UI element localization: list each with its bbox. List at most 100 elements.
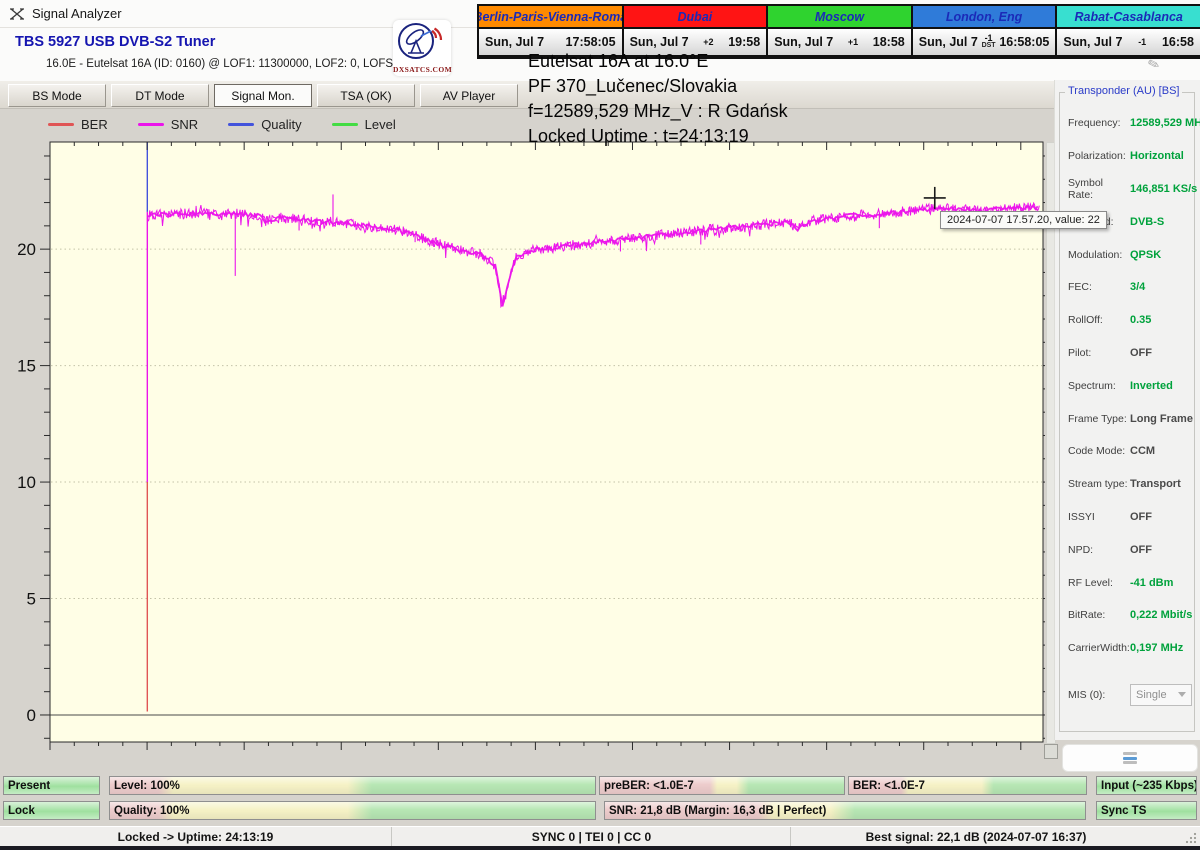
tab-signal-mon[interactable]: Signal Mon. [214,84,312,107]
gauge-input-235-kbps: Input (~235 Kbps) [1096,776,1197,795]
transponder-row-value: QPSK [1130,249,1161,261]
tab-dt-mode[interactable]: DT Mode [111,84,209,107]
clock-london-eng: London, EngSun, Jul 7-1DST16:58:05 [911,6,1056,57]
annotation-overlay: Eutelsat 16A at 16.0°E PF 370_Lučenec/Sl… [528,49,788,149]
transponder-row-npd: NPD:OFF [1068,533,1192,566]
transponder-row-issyi: ISSYIOFF [1068,501,1192,534]
transponder-row-value: CCM [1130,445,1155,457]
status-bar: Locked -> Uptime: 24:13:19 SYNC 0 | TEI … [0,826,1200,847]
legend-swatch-quality [228,123,254,126]
clock-city-label: Berlin-Paris-Vienna-Roma [479,6,622,29]
y-axis-labels: 05101520 [17,240,36,725]
transponder-row-value: OFF [1130,347,1152,359]
tuner-tune-info: 16.0E - Eutelsat 16A (ID: 0160) @ LOF1: … [46,58,417,70]
annotation-line-frequency: f=12589,529 MHz_V : R Gdańsk [528,99,788,124]
transponder-row-value: Transport [1130,478,1181,490]
svg-text:5: 5 [27,590,36,609]
transponder-row-label: RF Level: [1068,577,1130,589]
chart-tooltip: 2024-07-07 17.57.20, value: 22 [940,211,1107,229]
clock-utc-offset: +1 [848,38,858,46]
mis-label: MIS (0): [1068,689,1130,701]
clock-time: 17:58:05 [566,35,616,49]
tab-bs-mode[interactable]: BS Mode [8,84,106,107]
clock-utc-offset: -1DST [982,34,996,50]
svg-text:0: 0 [27,706,36,725]
clock-rabat-casablanca: Rabat-CasablancaSun, Jul 7-116:58 [1055,6,1200,57]
legend-label: SNR [171,117,198,132]
logo-text: DXSATCS.COM [393,65,451,74]
clock-utc-offset: -1 [1138,38,1146,46]
legend-label: Quality [261,117,301,132]
transponder-row-value: OFF [1130,511,1152,523]
legend-item-level[interactable]: Level [332,117,396,132]
svg-text:20: 20 [17,240,36,259]
legend-swatch-level [332,123,358,126]
clock-offset-value: -1 [1138,37,1146,47]
clock-city-label: Dubai [624,6,767,29]
transponder-groupbox: Transponder (AU) [BS] Frequency:12589,52… [1059,92,1195,732]
transponder-row-rf-level: RF Level:-41 dBm [1068,566,1192,599]
transponder-row-code-mode: Code Mode:CCM [1068,435,1192,468]
gauge-snr-21-8-db-margin-16-3-db-perfect: SNR: 21,8 dB (Margin: 16,3 dB | Perfect) [604,801,1086,820]
window-bottom-edge [0,846,1200,850]
tuner-device-name: TBS 5927 USB DVB-S2 Tuner [15,34,215,50]
mis-row: MIS (0):Single [1068,679,1192,712]
transponder-row-bitrate: BitRate:0,222 Mbit/s [1068,599,1192,632]
transponder-row-modulation: Modulation:QPSK [1068,238,1192,271]
transponder-row-value: 0,222 Mbit/s [1130,609,1192,621]
clock-date: Sun, Jul 7 [774,35,833,49]
status-sync-counters: SYNC 0 | TEI 0 | CC 0 [391,827,791,847]
legend-swatch-ber [48,123,74,126]
transponder-row-label: Pilot: [1068,347,1130,359]
clock-offset-value: +2 [703,37,713,47]
transponder-row-label: Polarization: [1068,150,1130,162]
legend-swatch-snr [138,123,164,126]
chart-canvas[interactable]: 05101520 [8,108,1045,772]
gauge-quality-100: Quality: 100% [109,801,596,820]
mis-select[interactable]: Single [1130,684,1192,706]
stack-button[interactable] [1062,744,1198,772]
legend-label: BER [81,117,108,132]
status-locked-uptime: Locked -> Uptime: 24:13:19 [0,827,391,847]
scrollbar-corner-box[interactable] [1044,744,1058,759]
transponder-row-label: NPD: [1068,544,1130,556]
chevron-down-icon [1178,692,1186,697]
transponder-row-stream-type: Stream type:Transport [1068,468,1192,501]
clock-date: Sun, Jul 7 [1063,35,1122,49]
transponder-row-label: Frame Type: [1068,413,1130,425]
signal-analyzer-app-icon [9,6,25,22]
resize-grip[interactable] [1185,832,1197,844]
transponder-row-frequency: Frequency:12589,529 MHz [1068,107,1192,140]
tab-av-player[interactable]: AV Player [420,84,518,107]
clock-time-row: Sun, Jul 7 -1 16:58 [1057,29,1200,55]
tab-tsa-ok[interactable]: TSA (OK) [317,84,415,107]
transponder-row-label: Modulation: [1068,249,1130,261]
transponder-row-label: RollOff: [1068,314,1130,326]
transponder-row-value: DVB-S [1130,216,1164,228]
tab-bar: BS ModeDT ModeSignal Mon.TSA (OK)AV Play… [0,81,1054,109]
svg-text:15: 15 [17,357,36,376]
transponder-row-symbol-rate: Symbol Rate:146,851 KS/s [1068,173,1192,206]
transponder-panel: Transponder (AU) [BS] Frequency:12589,52… [1054,80,1200,740]
legend-item-snr[interactable]: SNR [138,117,198,132]
clock-time: 16:58 [1162,35,1194,49]
clock-dst-label: DST [982,42,996,50]
clock-city-label: London, Eng [913,6,1056,29]
clock-date: Sun, Jul 7 [485,35,544,49]
transponder-row-label: CarrierWidth: [1068,642,1130,654]
gauge-level-100: Level: 100% [109,776,596,795]
transponder-row-value: 12589,529 MHz [1130,117,1200,129]
transponder-row-label: Symbol Rate: [1068,177,1130,201]
signal-analyzer-window: Signal Analyzer TBS 5927 USB DVB-S2 Tune… [0,0,1200,850]
signal-chart: BERSNRQualityLevel 05101520 2024-07-07 1… [8,108,1045,772]
clock-moscow: MoscowSun, Jul 7+118:58 [766,6,911,57]
gauge-preber-1-0e-7: preBER: <1.0E-7 [599,776,845,795]
transponder-row-fec: FEC:3/4 [1068,271,1192,304]
transponder-row-label: ISSYI [1068,511,1130,523]
transponder-rows: Frequency:12589,529 MHzPolarization:Hori… [1068,107,1192,711]
legend-item-quality[interactable]: Quality [228,117,301,132]
transponder-row-value: 3/4 [1130,281,1145,293]
legend-label: Level [365,117,396,132]
transponder-row-polarization: Polarization:Horizontal [1068,140,1192,173]
legend-item-ber[interactable]: BER [48,117,108,132]
